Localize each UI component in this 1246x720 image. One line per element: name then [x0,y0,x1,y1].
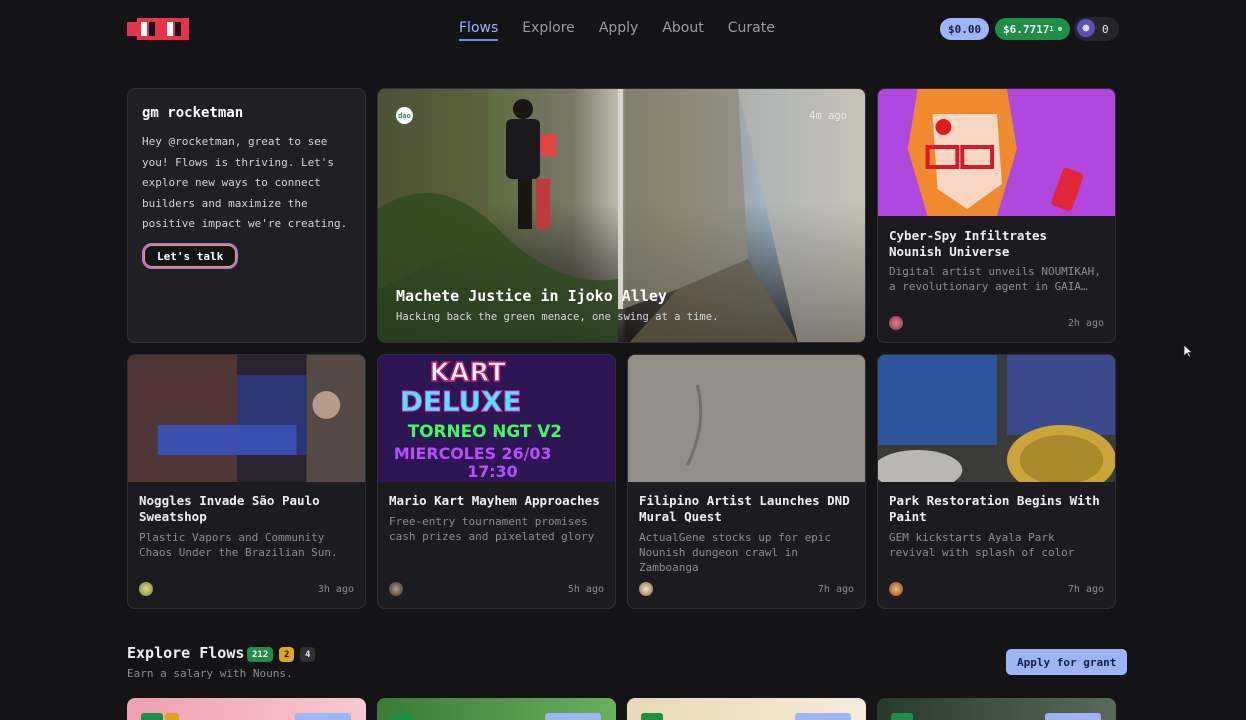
flow-card[interactable] [377,698,616,720]
flow-tag [391,713,413,720]
story-title: Filipino Artist Launches DND Mural Quest [639,493,850,524]
flows-count-badge: 212 [247,647,274,662]
nav-apply[interactable]: Apply [599,20,639,41]
top-header: Flows Explore Apply About Curate $0.00 $… [0,0,1246,58]
story-image: KART DELUXE TORNEO NGT V2 MIERCOLES 26/0… [378,355,615,482]
flow-tag [641,713,663,720]
explore-flows-heading: Explore Flows [127,644,245,662]
balance-green-button[interactable]: $6.7717 1 [995,18,1070,40]
nav-curate[interactable]: Curate [728,20,775,41]
flow-tag [545,713,601,720]
author-avatar [639,582,653,596]
author-avatar [139,582,153,596]
story-title: Noggles Invade São Paulo Sweatshop [139,493,320,524]
apply-for-grant-button[interactable]: Apply for grant [1006,649,1128,675]
poster-text: 17:30 [467,462,517,481]
story-image [628,355,865,482]
nav-explore[interactable]: Explore [522,20,575,41]
welcome-card: gm rocketman Hey @rocketman, great to se… [127,88,366,343]
welcome-body: Hey @rocketman, great to see you! Flows … [142,135,348,230]
story-timestamp: 2h ago [1067,318,1104,329]
hero-subtitle: Hacking back the green menace, one swing… [396,311,719,323]
story-subtitle: GEM kickstarts Ayala Park revival with s… [889,531,1075,559]
poster-text: KART [430,358,507,388]
story-card[interactable]: Filipino Artist Launches DND Mural Quest… [627,354,866,609]
flow-tag [295,713,351,720]
story-timestamp: 7h ago [1067,584,1104,595]
flow-tag [795,713,851,720]
pending-count-badge: 2 [279,647,295,662]
story-title: Cyber-Spy Infiltrates Nounish Universe [889,228,1048,259]
story-timestamp: 5h ago [567,584,604,595]
flow-card[interactable] [877,698,1116,720]
welcome-title: gm rocketman [142,105,244,121]
nav-flows[interactable]: Flows [459,20,499,41]
story-card[interactable]: Noggles Invade São Paulo Sweatshop Plast… [127,354,366,609]
story-image [878,89,1115,216]
story-timestamp: 7h ago [817,584,854,595]
story-image [878,355,1115,482]
live-dot-icon [1057,27,1062,31]
hero-story-card[interactable]: dao 4m ago Machete Justice in Ijoko Alle… [377,88,866,343]
notification-count: 0 [1102,22,1109,36]
hero-title: Machete Justice in Ijoko Alley [396,287,667,305]
flow-card[interactable] [127,698,366,720]
story-timestamp: 3h ago [317,584,354,595]
balance-green-value: $6.7717 [1003,22,1050,36]
story-title: Mario Kart Mayhem Approaches [389,493,600,508]
balance-green-subscript: 1 [1049,25,1054,33]
flows-logo[interactable] [127,16,191,42]
story-card[interactable]: KART DELUXE TORNEO NGT V2 MIERCOLES 26/0… [377,354,616,609]
flow-tag [141,713,163,720]
poster-text: DELUXE [400,385,522,418]
explore-subtitle: Earn a salary with Nouns. [127,667,293,680]
story-card[interactable]: Park Restoration Begins With Paint GEM k… [877,354,1116,609]
author-avatar [889,316,903,330]
balance-blue-button[interactable]: $0.00 [940,18,990,40]
flow-tag [1045,713,1101,720]
story-subtitle: ActualGene stocks up for epic Nounish du… [639,531,832,574]
author-avatar [389,582,403,596]
story-subtitle: Plastic Vapors and Community Chaos Under… [139,531,338,559]
mouse-cursor-icon [1183,344,1193,358]
flow-tag [891,713,913,720]
flow-badge-icon: dao [396,107,413,124]
other-count-badge: 4 [300,647,316,662]
flow-tag [165,713,179,720]
main-nav: Flows Explore Apply About Curate [459,20,775,41]
lets-talk-button[interactable]: Let's talk [142,243,239,269]
story-image [128,355,365,482]
story-subtitle: Free-entry tournament promises cash priz… [389,515,595,543]
story-title: Park Restoration Begins With Paint [889,493,1100,524]
story-subtitle: Digital artist unveils NOUMIKAH, a revol… [889,265,1101,293]
avatar [1076,19,1096,39]
hero-timestamp: 4m ago [809,110,847,122]
poster-text: MIERCOLES 26/03 [394,444,552,463]
author-avatar [889,582,903,596]
flow-card[interactable] [627,698,866,720]
story-card[interactable]: Cyber-Spy Infiltrates Nounish Universe D… [877,88,1116,343]
poster-text: TORNEO NGT V2 [408,421,562,441]
nav-about[interactable]: About [662,20,703,41]
user-menu[interactable]: 0 [1074,17,1119,41]
